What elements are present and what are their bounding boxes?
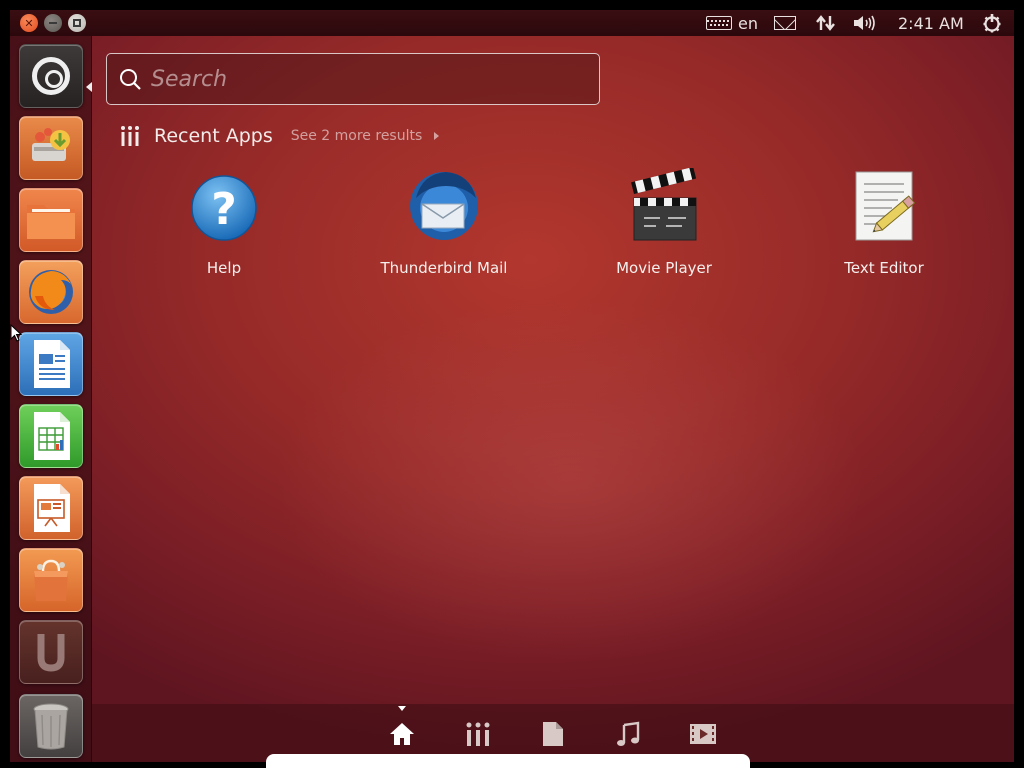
- clock[interactable]: 2:41 AM: [898, 10, 964, 36]
- clapperboard-icon: [626, 166, 702, 244]
- lens-applications[interactable]: [464, 720, 492, 748]
- help-icon: ?: [186, 168, 262, 244]
- desktop: ✕ en 2:41 AM Search Recent Apps See 2 mo…: [10, 10, 1014, 762]
- launcher-item-calc[interactable]: [19, 404, 83, 468]
- top-panel: ✕ en 2:41 AM: [10, 10, 1014, 36]
- bottom-edge-strip: [266, 754, 750, 768]
- active-lens-marker: [398, 706, 406, 711]
- launcher: [10, 36, 92, 762]
- keyboard-layout-label: en: [738, 13, 758, 33]
- applications-category-icon: [121, 126, 139, 146]
- thunderbird-icon: [406, 168, 482, 244]
- launcher-item-ubuntu-one[interactable]: [19, 116, 83, 180]
- firefox-icon: [29, 270, 73, 314]
- launcher-item-ubuntu-one-music[interactable]: [19, 620, 83, 684]
- launcher-item-firefox[interactable]: [19, 260, 83, 324]
- keyboard-icon: [706, 16, 732, 30]
- active-launcher-arrow: [86, 82, 92, 92]
- ubuntu-one-icon: [32, 128, 70, 161]
- dash-search-box[interactable]: [106, 53, 600, 105]
- app-label: Thunderbird Mail: [380, 259, 508, 277]
- launcher-item-trash[interactable]: [19, 694, 83, 758]
- writer-icon: [34, 340, 70, 388]
- search-input[interactable]: [151, 62, 581, 96]
- arrow-cursor-icon: [10, 323, 23, 342]
- expand-arrow-icon: [434, 132, 440, 140]
- lens-music[interactable]: [614, 720, 642, 748]
- dash-home-button[interactable]: [19, 44, 83, 108]
- impress-icon: [34, 484, 70, 532]
- recent-apps-title: Recent Apps: [154, 125, 273, 147]
- ubuntu-u-icon: [37, 634, 65, 672]
- lens-home[interactable]: [388, 720, 416, 748]
- messaging-indicator[interactable]: [774, 10, 796, 36]
- app-label: Help: [206, 259, 242, 277]
- launcher-item-files[interactable]: [19, 188, 83, 252]
- applications-icon: [466, 722, 490, 746]
- close-icon: ✕: [24, 16, 34, 30]
- close-window-button[interactable]: ✕: [20, 14, 38, 32]
- home-icon: [390, 723, 414, 745]
- see-more-results-link[interactable]: See 2 more results: [291, 128, 440, 144]
- svg-text:?: ?: [211, 184, 237, 235]
- recent-apps-header: Recent Apps See 2 more results: [120, 122, 440, 150]
- minimize-window-button[interactable]: [44, 14, 62, 32]
- folder-icon: [27, 205, 75, 239]
- lens-video[interactable]: [689, 720, 717, 748]
- search-icon: [120, 69, 141, 90]
- launcher-item-software-center[interactable]: [19, 548, 83, 612]
- music-note-icon: [617, 721, 640, 746]
- launcher-item-writer[interactable]: [19, 332, 83, 396]
- launcher-item-impress[interactable]: [19, 476, 83, 540]
- see-more-label: See 2 more results: [290, 128, 423, 144]
- network-indicator[interactable]: [816, 10, 836, 36]
- app-tile-thunderbird[interactable]: Thunderbird Mail: [369, 168, 519, 278]
- shopping-bag-icon: [34, 559, 68, 601]
- keyboard-indicator[interactable]: en: [706, 10, 758, 36]
- power-gear-icon: [983, 14, 1001, 33]
- session-indicator[interactable]: [982, 10, 1002, 36]
- app-label: Text Editor: [844, 259, 924, 277]
- speaker-icon: [854, 15, 875, 31]
- app-tile-text-editor[interactable]: Text Editor: [809, 168, 959, 278]
- envelope-icon: [774, 16, 796, 30]
- app-tile-help[interactable]: ? Help: [149, 168, 299, 278]
- minimize-icon: [49, 22, 57, 24]
- file-icon: [543, 722, 563, 746]
- sound-indicator[interactable]: [852, 10, 878, 36]
- maximize-window-button[interactable]: [68, 14, 86, 32]
- network-arrows-icon: [816, 15, 835, 31]
- lens-files[interactable]: [539, 720, 567, 748]
- maximize-icon: [73, 19, 81, 27]
- ubuntu-logo-icon: [32, 57, 70, 95]
- text-editor-icon: [846, 168, 922, 244]
- video-icon: [690, 724, 716, 744]
- calc-icon: [34, 412, 70, 460]
- app-label: Movie Player: [616, 259, 712, 277]
- trash-icon: [33, 703, 69, 750]
- app-tile-movie-player[interactable]: Movie Player: [589, 166, 739, 278]
